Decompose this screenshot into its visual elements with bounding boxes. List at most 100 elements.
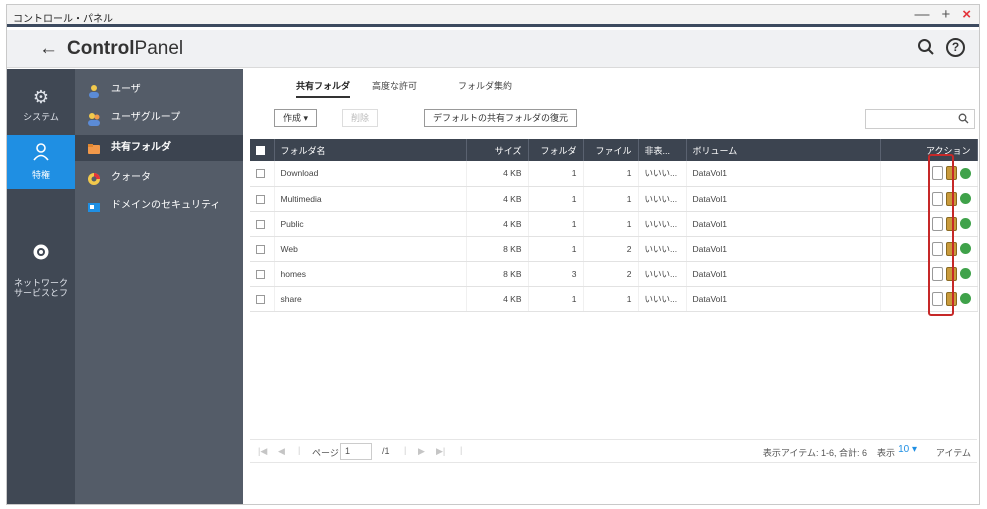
cell-volume: DataVol1 [686, 161, 881, 187]
page-number-input[interactable]: 1 [340, 443, 372, 460]
shared-folder-table: フォルダ名 サイズ フォルダ ファイル 非表... ボリューム アクション Do… [250, 139, 978, 312]
back-button[interactable]: ← [39, 38, 58, 60]
column-header-action: アクション [880, 139, 978, 161]
cell-folder-name: Download [274, 161, 467, 187]
column-header-files[interactable]: ファイル [583, 139, 639, 161]
table-row[interactable]: Download 4 KB 1 1 いいい... DataVol1 [250, 161, 978, 187]
subnav-item-user-groups[interactable]: ユーザグループ [75, 105, 243, 131]
refresh-icon[interactable] [959, 193, 971, 204]
edit-permissions-icon[interactable] [945, 266, 957, 281]
edit-permissions-icon[interactable] [945, 191, 957, 206]
refresh-icon[interactable] [959, 167, 971, 179]
cell-folders: 1 [528, 236, 584, 262]
cell-hidden: いいい... [638, 186, 687, 212]
main-panel: 共有フォルダ 高度な許可 フォルダ集約 作成 ▾ 削除 デフォルトの共有フォルダ… [244, 69, 979, 504]
close-button[interactable]: × [962, 7, 971, 23]
table-row[interactable]: Multimedia 4 KB 1 1 いいい... DataVol1 [250, 186, 978, 212]
pager-separator: | [460, 445, 463, 455]
subnav-item-shared-folders[interactable]: 共有フォルダ [75, 135, 243, 161]
tab-advanced-permissions[interactable]: 高度な許可 [372, 79, 417, 96]
cell-folder-name: share [274, 286, 467, 312]
table-row[interactable]: homes 8 KB 3 2 いいい... DataVol1 [250, 261, 978, 287]
category-rail: ⚙ システム 特権 ネットワーク サービスとフ [7, 69, 75, 504]
search-icon [958, 113, 969, 127]
rail-item-privilege[interactable]: 特権 [7, 135, 75, 189]
properties-icon[interactable] [931, 266, 943, 281]
properties-icon[interactable] [931, 166, 943, 181]
cell-folder-name: Public [274, 211, 467, 237]
cell-volume: DataVol1 [686, 211, 881, 237]
cell-volume: DataVol1 [686, 286, 881, 312]
search-input[interactable] [865, 109, 975, 129]
subnav-item-quota[interactable]: クォータ [75, 165, 243, 191]
refresh-icon[interactable] [959, 293, 971, 304]
rail-item-system[interactable]: ⚙ システム [7, 83, 75, 131]
table-row[interactable]: share 4 KB 1 1 いいい... DataVol1 [250, 286, 978, 312]
table-body: Download 4 KB 1 1 いいい... DataVol1 Multim… [250, 161, 978, 312]
cell-actions [880, 161, 978, 187]
properties-icon[interactable] [931, 191, 943, 206]
cell-folders: 3 [528, 261, 584, 287]
row-checkbox[interactable] [250, 186, 275, 212]
items-label: アイテム [935, 448, 971, 458]
edit-permissions-icon[interactable] [945, 166, 957, 181]
first-page-button[interactable]: |◀ [258, 446, 267, 457]
properties-icon[interactable] [931, 291, 943, 306]
search-icon[interactable] [917, 38, 935, 59]
tab-folder-aggregation[interactable]: フォルダ集約 [458, 79, 512, 96]
app-title-bold: Control [67, 38, 135, 59]
row-checkbox[interactable] [250, 161, 275, 187]
column-header-folders[interactable]: フォルダ [528, 139, 584, 161]
create-button[interactable]: 作成 ▾ [274, 109, 318, 127]
row-checkbox[interactable] [250, 286, 275, 312]
column-header-hidden[interactable]: 非表... [638, 139, 687, 161]
row-checkbox[interactable] [250, 261, 275, 287]
subnav-item-domain-security[interactable]: ドメインのセキュリティ [75, 193, 243, 219]
refresh-icon[interactable] [959, 243, 971, 254]
properties-icon[interactable] [931, 241, 943, 256]
page-label: ページ [312, 448, 339, 458]
edit-permissions-icon[interactable] [945, 216, 957, 231]
prev-page-button[interactable]: ◀ [278, 446, 285, 457]
cell-folder-name: Web [274, 236, 467, 262]
user-group-icon [87, 111, 101, 126]
subnav-item-users[interactable]: ユーザ [75, 77, 243, 103]
row-checkbox[interactable] [250, 236, 275, 262]
column-header-volume[interactable]: ボリューム [686, 139, 881, 161]
cell-files: 1 [583, 186, 639, 212]
rail-item-network[interactable]: ネットワーク サービスとフ [7, 209, 75, 298]
cell-folders: 1 [528, 211, 584, 237]
cell-files: 2 [583, 236, 639, 262]
minimize-button[interactable]: — [914, 7, 929, 23]
maximize-button[interactable]: + [941, 7, 950, 23]
delete-button[interactable]: 削除 [342, 109, 379, 127]
refresh-icon[interactable] [959, 268, 971, 279]
help-icon[interactable]: ? [946, 38, 965, 57]
cell-folders: 1 [528, 286, 584, 312]
cell-size: 4 KB [466, 161, 529, 187]
column-header-size[interactable]: サイズ [466, 139, 529, 161]
row-checkbox[interactable] [250, 211, 275, 237]
refresh-icon[interactable] [959, 218, 971, 229]
last-page-button[interactable]: ▶| [436, 446, 445, 457]
edit-permissions-icon[interactable] [945, 291, 957, 306]
column-header-folder-name[interactable]: フォルダ名 [274, 139, 467, 161]
cell-folder-name: homes [274, 261, 467, 287]
cell-hidden: いいい... [638, 161, 687, 187]
table-row[interactable]: Public 4 KB 1 1 いいい... DataVol1 [250, 211, 978, 237]
rail-item-label: システム [23, 112, 59, 122]
select-all-checkbox[interactable] [250, 139, 275, 161]
tab-shared-folders[interactable]: 共有フォルダ [296, 79, 351, 98]
table-row[interactable]: Web 8 KB 1 2 いいい... DataVol1 [250, 236, 978, 262]
next-page-button[interactable]: ▶ [418, 446, 425, 457]
items-per-page-select[interactable]: 10 ▾ [898, 444, 917, 455]
domain-icon [87, 199, 101, 213]
properties-icon[interactable] [931, 216, 943, 231]
user-icon [87, 83, 101, 98]
cell-files: 1 [583, 211, 639, 237]
page-total: /1 [382, 446, 390, 456]
network-icon [7, 223, 75, 265]
edit-permissions-icon[interactable] [945, 241, 957, 256]
cell-actions [880, 236, 978, 262]
restore-default-folders-button[interactable]: デフォルトの共有フォルダの復元 [424, 109, 578, 127]
